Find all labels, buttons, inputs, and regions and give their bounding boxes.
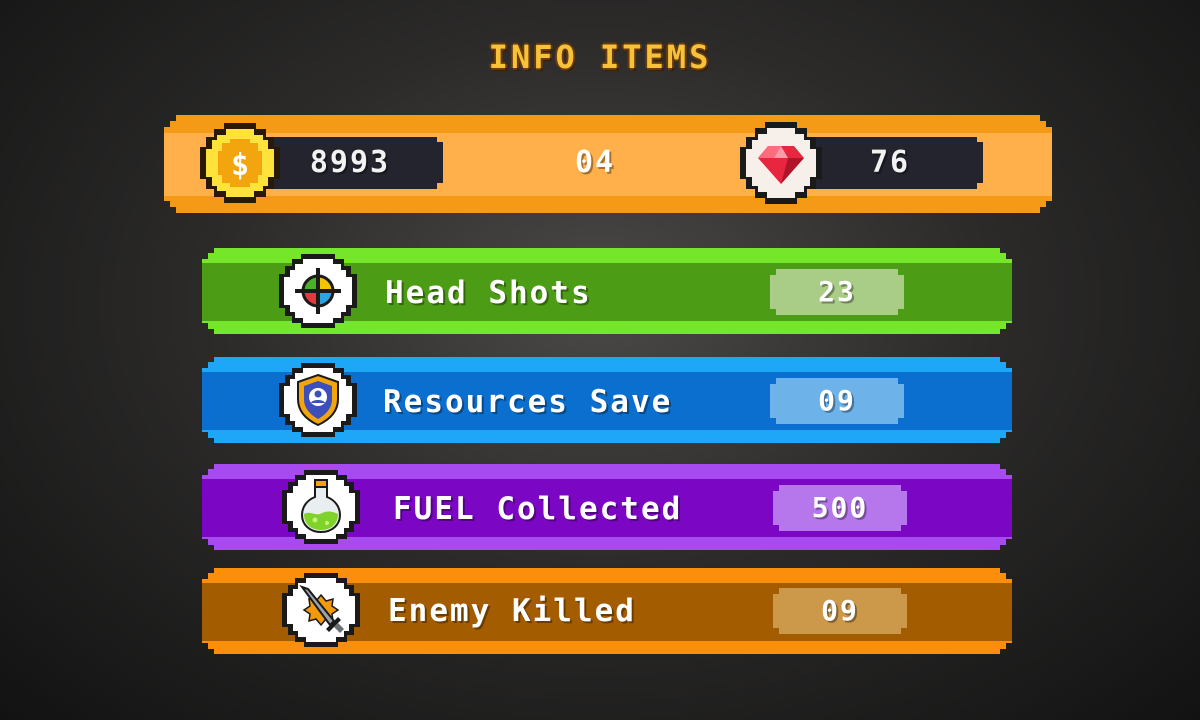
- stat-label: Head Shots: [385, 275, 592, 311]
- stat-label: Enemy Killed: [388, 593, 636, 629]
- page-title: INFO ITEMS: [488, 38, 712, 76]
- stat-label: Resources Save: [383, 384, 673, 420]
- stat-value: 500: [811, 491, 869, 524]
- coin-icon: $: [200, 123, 280, 203]
- stat-value: 09: [821, 594, 859, 627]
- potion-icon: [282, 470, 360, 544]
- crosshair-icon: [279, 254, 357, 328]
- gem-count: 76: [869, 145, 911, 180]
- shield-user-icon: [279, 363, 357, 437]
- gem-icon: [740, 122, 822, 204]
- coin-count: 8993: [309, 145, 391, 180]
- svg-text:$: $: [231, 148, 249, 183]
- stat-value: 23: [818, 275, 856, 308]
- level-number: 04: [574, 145, 616, 180]
- stat-value: 09: [818, 384, 856, 417]
- stat-label: FUEL Collected: [393, 491, 683, 527]
- sword-icon: [282, 573, 360, 647]
